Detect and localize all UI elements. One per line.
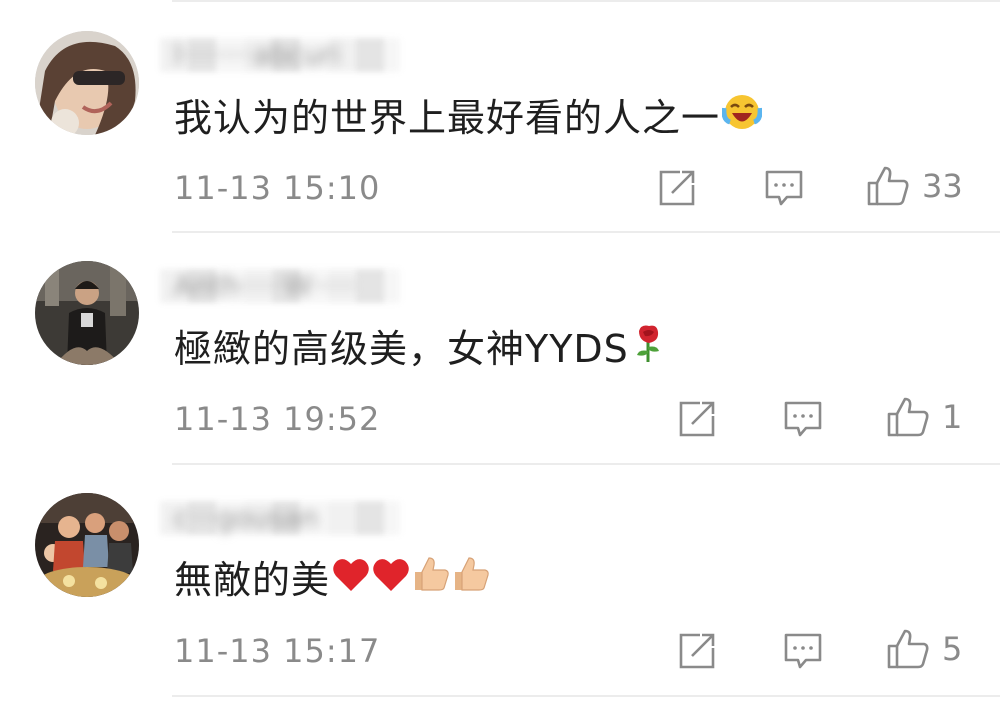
share-icon — [679, 633, 715, 669]
divider — [172, 695, 1000, 697]
comment-text-row: 我认为的世界上最好看的人之一 — [174, 92, 763, 143]
share-icon — [679, 401, 715, 437]
avatar-image-3 — [35, 493, 139, 597]
red-heart-emoji — [372, 556, 410, 604]
thumbs-up-emoji — [452, 555, 490, 604]
like-icon — [887, 629, 929, 669]
avatar[interactable] — [35, 31, 139, 135]
like-button[interactable]: 5 — [886, 629, 962, 669]
avatar-image-1 — [35, 31, 139, 135]
comment-button[interactable] — [783, 399, 823, 439]
comment-text-row: 極緻的高级美，女神YYDS — [174, 323, 667, 374]
username[interactable]: l········abcuri — [174, 38, 340, 72]
avatar[interactable] — [35, 493, 139, 597]
comment-icon — [765, 170, 803, 206]
like-count: 5 — [942, 630, 963, 668]
comment-icon — [784, 633, 822, 669]
avatar[interactable] — [35, 261, 139, 365]
like-button[interactable]: 33 — [866, 166, 963, 206]
comment-text: 極緻的高级美，女神YYDS — [174, 326, 629, 371]
comment-item: Anth·····W····· 極緻的高级美，女神YYDS 11-13 19:5… — [0, 231, 1000, 463]
timestamp: 11-13 19:52 — [174, 400, 381, 438]
like-icon — [887, 397, 929, 437]
timestamp: 11-13 15:10 — [174, 169, 381, 207]
comment-button[interactable] — [783, 631, 823, 671]
avatar-image-2 — [35, 261, 139, 365]
username[interactable]: Anth·····W····· — [174, 269, 356, 303]
comment-text-row: 無敵的美 — [174, 555, 490, 604]
like-button[interactable]: 1 — [886, 397, 962, 437]
timestamp: 11-13 15:17 — [174, 632, 381, 670]
like-count: 33 — [922, 167, 963, 205]
comment-item: l········abcuri 我认为的世界上最好看的人之一 11-13 15:… — [0, 0, 1000, 232]
thumbs-up-emoji — [412, 555, 450, 604]
share-button[interactable] — [658, 168, 696, 208]
comment-button[interactable] — [764, 168, 804, 208]
comment-icon — [784, 401, 822, 437]
like-count: 1 — [942, 398, 963, 436]
comment-text: 我认为的世界上最好看的人之一 — [174, 95, 721, 140]
share-icon — [659, 170, 695, 206]
comment-item: c···gousan 無敵的美 11-13 15:17 5 — [0, 463, 1000, 695]
laughing-crying-emoji — [721, 92, 763, 143]
share-button[interactable] — [678, 631, 716, 671]
share-button[interactable] — [678, 399, 716, 439]
rose-emoji — [631, 323, 667, 374]
red-heart-emoji — [332, 556, 370, 604]
username[interactable]: c···gousan — [174, 501, 318, 535]
comment-text: 無敵的美 — [174, 557, 331, 602]
like-icon — [867, 166, 909, 206]
